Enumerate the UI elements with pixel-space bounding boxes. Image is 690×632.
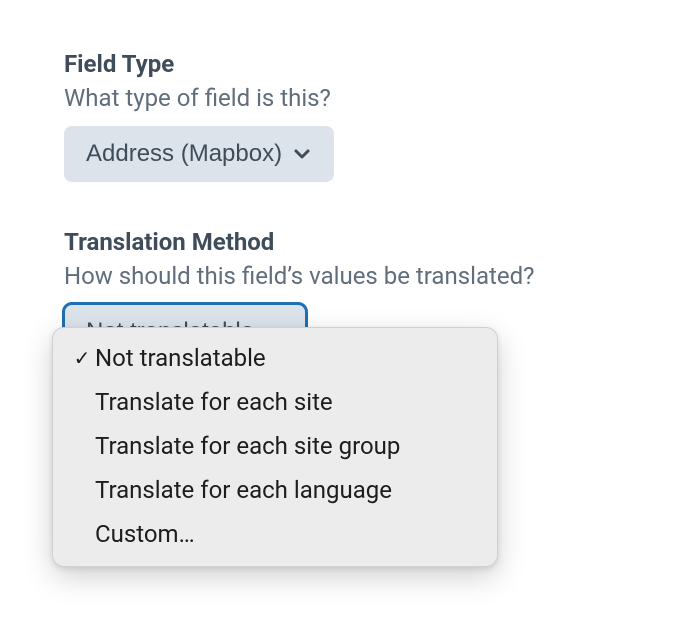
dropdown-item-label: Custom… <box>95 520 479 548</box>
chevron-down-icon <box>292 144 312 164</box>
translation-method-label: Translation Method <box>64 228 626 256</box>
dropdown-item[interactable]: ✓ Not translatable <box>53 336 497 380</box>
field-type-section: Field Type What type of field is this? A… <box>64 50 626 182</box>
field-type-hint: What type of field is this? <box>64 84 626 112</box>
field-type-label: Field Type <box>64 50 626 78</box>
dropdown-item-label: Translate for each language <box>95 476 479 504</box>
dropdown-item[interactable]: Translate for each language <box>53 468 497 512</box>
field-type-select[interactable]: Address (Mapbox) <box>64 126 334 182</box>
translation-method-hint: How should this field’s values be transl… <box>64 262 626 290</box>
dropdown-item[interactable]: Translate for each site <box>53 380 497 424</box>
dropdown-item[interactable]: Custom… <box>53 512 497 556</box>
dropdown-item-label: Translate for each site <box>95 388 479 416</box>
dropdown-item-label: Translate for each site group <box>95 432 479 460</box>
dropdown-item[interactable]: Translate for each site group <box>53 424 497 468</box>
translation-method-dropdown: ✓ Not translatable Translate for each si… <box>52 327 498 567</box>
translation-method-section: Translation Method How should this field… <box>64 228 626 360</box>
field-type-value: Address (Mapbox) <box>86 140 282 168</box>
dropdown-item-label: Not translatable <box>95 344 479 372</box>
check-icon: ✓ <box>69 348 95 368</box>
